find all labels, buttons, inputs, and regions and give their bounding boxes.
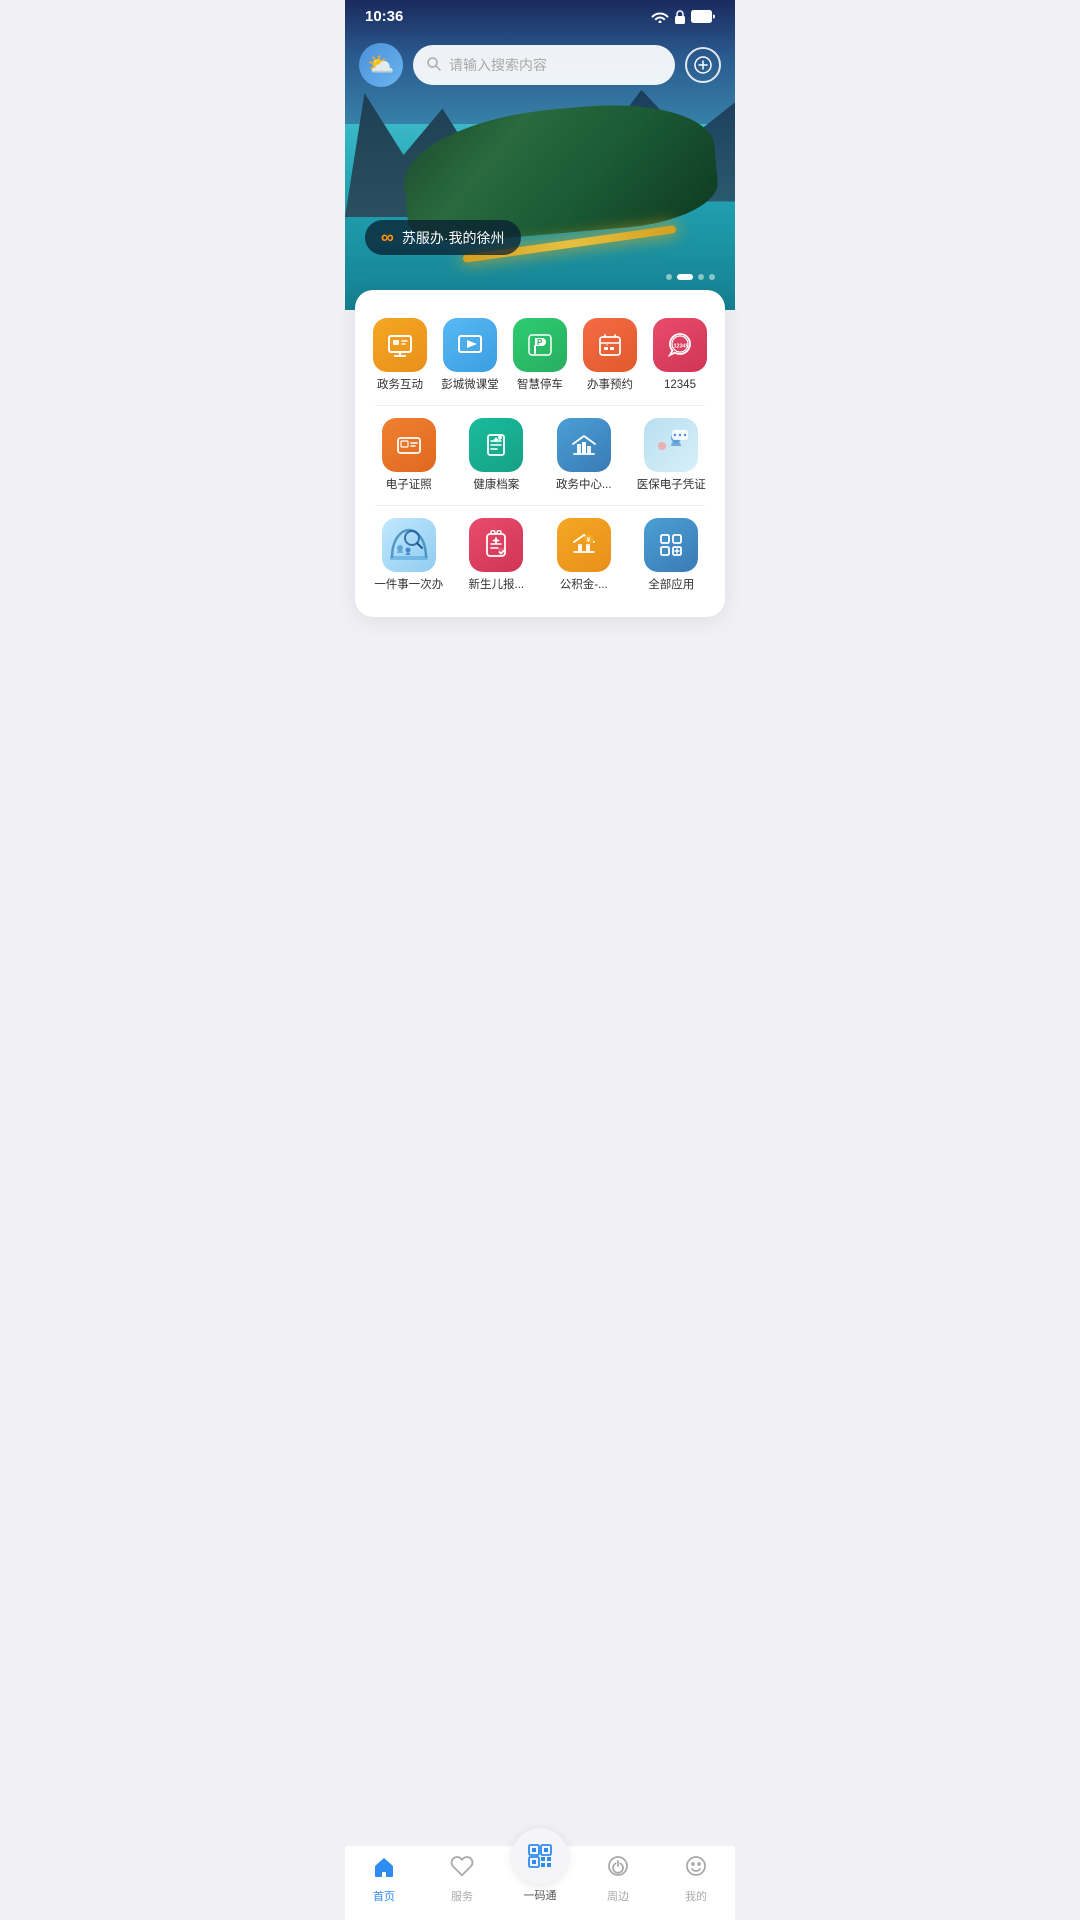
app-name-parking: 智慧停车 <box>517 378 563 393</box>
dot-1[interactable] <box>666 274 672 280</box>
nav-item-service[interactable]: 服务 <box>423 1854 501 1904</box>
app-icon-parking: P <box>513 318 567 372</box>
app-name-allapps: 全部应用 <box>648 578 694 593</box>
app-icon-pengcheng <box>443 318 497 372</box>
app-item-gov-interact[interactable]: 政务互动 <box>365 310 435 401</box>
nav-label-home: 首页 <box>373 1888 395 1904</box>
nav-label-service: 服务 <box>451 1888 473 1904</box>
app-icon-newborn <box>469 518 523 572</box>
nav-label-yimatong: 一码通 <box>524 1887 557 1903</box>
status-icons <box>651 10 715 24</box>
add-button[interactable] <box>685 47 721 83</box>
app-row-2: 电子证照 健康档案 <box>365 410 715 501</box>
weather-emoji: ⛅ <box>367 52 394 78</box>
app-item-fund[interactable]: ¥ 公积金-... <box>540 510 628 601</box>
app-icon-elicense <box>382 418 436 472</box>
qr-center-button[interactable] <box>512 1828 568 1884</box>
app-icon-allapps <box>644 518 698 572</box>
app-item-medical[interactable]: 医保电子凭证 <box>628 410 716 501</box>
face-icon <box>684 1854 708 1885</box>
app-name-health: 健康档案 <box>473 478 519 493</box>
heart-icon <box>450 1854 474 1885</box>
nav-item-home[interactable]: 首页 <box>345 1854 423 1904</box>
app-name-elicense: 电子证照 <box>386 478 432 493</box>
grid-separator-2 <box>375 505 705 506</box>
carousel-dots <box>666 274 715 280</box>
lock-icon <box>674 10 686 24</box>
app-item-allapps[interactable]: 全部应用 <box>628 510 716 601</box>
header-area: ⛅ 请输入搜索内容 <box>345 35 735 95</box>
app-item-elicense[interactable]: 电子证照 <box>365 410 453 501</box>
bottom-nav: 首页 服务 一 <box>345 1845 735 1920</box>
app-item-newborn[interactable]: 新生儿报... <box>453 510 541 601</box>
banner-label: ∞ 苏服办·我的徐州 <box>365 220 521 255</box>
dot-4[interactable] <box>709 274 715 280</box>
app-name-appt: 办事预约 <box>587 378 633 393</box>
home-icon <box>372 1854 396 1885</box>
dot-3[interactable] <box>698 274 704 280</box>
app-icon-appt <box>583 318 637 372</box>
app-icon-health <box>469 418 523 472</box>
app-name-pengcheng: 彭城微课堂 <box>441 378 499 393</box>
battery-icon <box>691 10 715 23</box>
app-name-fund: 公积金-... <box>560 578 608 593</box>
svg-text:12345: 12345 <box>674 344 689 350</box>
app-name-12345: 12345 <box>664 378 696 393</box>
app-icon-12345: 12345 <box>653 318 707 372</box>
svg-text:¥: ¥ <box>586 537 590 544</box>
dot-2[interactable] <box>677 274 693 280</box>
app-name-medical: 医保电子凭证 <box>637 478 706 493</box>
search-bar[interactable]: 请输入搜索内容 <box>413 45 675 85</box>
nav-label-nearby: 周边 <box>607 1888 629 1904</box>
app-icon-medical <box>644 418 698 472</box>
banner-text: 苏服办·我的徐州 <box>402 228 505 248</box>
app-row-3: 一件事一次办 新生儿报... <box>365 510 715 601</box>
app-item-pengcheng[interactable]: 彭城微课堂 <box>435 310 505 401</box>
app-icon-gov-interact <box>373 318 427 372</box>
app-card: 政务互动 彭城微课堂 P 智慧停车 <box>355 290 725 617</box>
app-name-newborn: 新生儿报... <box>468 578 524 593</box>
app-item-appt[interactable]: 办事预约 <box>575 310 645 401</box>
app-item-parking[interactable]: P 智慧停车 <box>505 310 575 401</box>
nav-item-yimatong[interactable]: 一码通 <box>501 1856 579 1903</box>
app-icon-govcenter <box>557 418 611 472</box>
app-name-gov-interact: 政务互动 <box>377 378 423 393</box>
app-name-govcenter: 政务中心... <box>556 478 612 493</box>
svg-text:P: P <box>537 338 543 347</box>
status-time: 10:36 <box>365 8 403 25</box>
grid-separator-1 <box>375 405 705 406</box>
search-icon <box>427 57 441 74</box>
nav-label-mine: 我的 <box>685 1888 707 1904</box>
banner-logo: ∞ <box>381 227 394 248</box>
app-item-onething[interactable]: 一件事一次办 <box>365 510 453 601</box>
app-row-1: 政务互动 彭城微课堂 P 智慧停车 <box>365 310 715 401</box>
app-item-health[interactable]: 健康档案 <box>453 410 541 501</box>
power-icon <box>606 1854 630 1885</box>
nav-item-nearby[interactable]: 周边 <box>579 1854 657 1904</box>
app-item-12345[interactable]: 12345 12345 <box>645 310 715 401</box>
wifi-icon <box>651 10 669 23</box>
app-name-onething: 一件事一次办 <box>374 578 443 593</box>
weather-button[interactable]: ⛅ <box>359 43 403 87</box>
search-placeholder: 请输入搜索内容 <box>449 55 547 75</box>
app-icon-onething <box>382 518 436 572</box>
status-bar: 10:36 <box>345 0 735 29</box>
app-item-govcenter[interactable]: 政务中心... <box>540 410 628 501</box>
app-icon-fund: ¥ <box>557 518 611 572</box>
nav-item-mine[interactable]: 我的 <box>657 1854 735 1904</box>
